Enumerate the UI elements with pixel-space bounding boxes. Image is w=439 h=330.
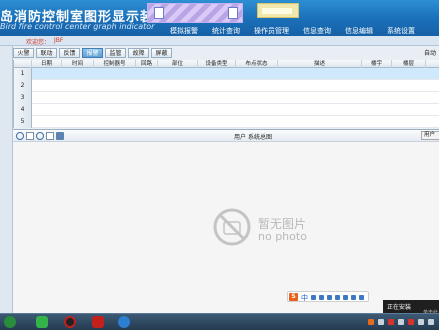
row-number: 2 <box>14 80 32 92</box>
taskbar <box>0 313 439 330</box>
tab-feedback[interactable]: 反馈 <box>59 48 80 58</box>
media-player-icon[interactable] <box>64 316 76 328</box>
top-nav: 模拟报警 统计查询 操作员管理 信息查询 信息编辑 系统设置 <box>170 26 415 36</box>
panel-title: 用户 系统总图 <box>234 134 272 141</box>
pdf-reader-icon[interactable] <box>92 316 104 328</box>
auto-mode-label[interactable]: 自动 <box>424 48 436 57</box>
left-lower-strip <box>0 130 13 313</box>
header-banner <box>147 3 243 23</box>
table-row[interactable]: 2 <box>14 80 439 92</box>
nav-statistics[interactable]: 统计查询 <box>212 26 240 36</box>
column-header[interactable]: 楼宇 <box>362 60 392 68</box>
table-row[interactable]: 1 <box>14 68 439 80</box>
sogou-icon[interactable]: S <box>289 293 298 301</box>
app-window: 岛消防控制室图形显示装置 Bird fire control center gr… <box>0 0 439 330</box>
current-user: JBF <box>54 37 64 44</box>
column-header[interactable]: 部位 <box>158 60 198 68</box>
column-header[interactable]: 时间 <box>62 60 94 68</box>
column-header[interactable]: 布点状态 <box>236 60 278 68</box>
event-table: 日期 时间 控制器号 回路 部位 设备类型 布点状态 描述 楼宇 楼层 1 2 … <box>13 60 439 128</box>
column-header[interactable]: 描述 <box>278 60 362 68</box>
browser-icon[interactable] <box>118 316 130 328</box>
table-header: 日期 时间 控制器号 回路 部位 设备类型 布点状态 描述 楼宇 楼层 <box>14 60 439 68</box>
column-header[interactable]: 设备类型 <box>198 60 236 68</box>
document-icon <box>228 7 238 19</box>
table-row[interactable]: 3 <box>14 92 439 104</box>
document-icon <box>154 7 164 19</box>
keyboard-icon[interactable] <box>335 295 340 300</box>
tray-power-icon[interactable] <box>428 319 434 325</box>
column-header[interactable]: 日期 <box>32 60 62 68</box>
note-paper <box>262 8 292 14</box>
nav-system-settings[interactable]: 系统设置 <box>387 26 415 36</box>
row-number: 1 <box>14 68 32 80</box>
moon-icon[interactable] <box>311 295 316 300</box>
punctuation-icon[interactable] <box>319 295 324 300</box>
nav-operator-management[interactable]: 操作员管理 <box>254 26 289 36</box>
table-row[interactable]: 5 <box>14 116 439 128</box>
tab-supervision[interactable]: 监管 <box>105 48 126 58</box>
notification-title: 正在安装 <box>387 304 412 311</box>
tray-security-icon[interactable] <box>388 319 394 325</box>
row-number-header <box>14 60 32 68</box>
column-header[interactable]: 回路 <box>136 60 158 68</box>
no-photo-icon <box>213 208 251 246</box>
table-row[interactable]: 4 <box>14 104 439 116</box>
no-photo-text-en: no photo <box>258 230 307 243</box>
tray-ime-icon[interactable] <box>368 319 374 325</box>
emoji-icon[interactable] <box>327 295 332 300</box>
row-number: 5 <box>14 116 32 128</box>
ime-toolbar[interactable]: S 中 <box>287 291 369 302</box>
nav-info-edit[interactable]: 信息编辑 <box>345 26 373 36</box>
sticky-note-decoration <box>257 3 299 18</box>
info-bar: 欢迎您： JBF <box>0 36 439 46</box>
tray-alert-icon[interactable] <box>408 319 414 325</box>
settings-icon[interactable] <box>359 295 364 300</box>
tray-volume-icon[interactable] <box>418 319 424 325</box>
app-subtitle: Bird fire control center graph indicator <box>0 22 155 31</box>
panel-toolbar: 用户 系统总图 用户 <box>13 130 439 142</box>
ime-language[interactable]: 中 <box>301 293 308 303</box>
start-button-icon[interactable] <box>4 316 16 328</box>
nav-info-query[interactable]: 信息查询 <box>303 26 331 36</box>
column-header[interactable]: 控制器号 <box>94 60 136 68</box>
tray-flag-icon[interactable] <box>398 319 404 325</box>
table-body: 1 2 3 4 5 <box>14 68 439 128</box>
header: 岛消防控制室图形显示装置 Bird fire control center gr… <box>0 0 439 36</box>
tab-alarm[interactable]: 报警 <box>82 48 103 58</box>
nav-simulate-alarm[interactable]: 模拟报警 <box>170 26 198 36</box>
left-strip <box>0 46 13 130</box>
tab-fault[interactable]: 故障 <box>128 48 149 58</box>
tray-network-icon[interactable] <box>378 319 384 325</box>
row-number: 3 <box>14 92 32 104</box>
skin-icon[interactable] <box>343 295 348 300</box>
toolbox-icon[interactable] <box>351 295 356 300</box>
user-select-button[interactable]: 用户 <box>421 131 439 140</box>
tab-fire[interactable]: 火警 <box>13 48 34 58</box>
tab-shield[interactable]: 屏蔽 <box>151 48 172 58</box>
column-header[interactable]: 楼层 <box>392 60 426 68</box>
event-tabs: 火警 联动 反馈 报警 监管 故障 屏蔽 <box>13 48 172 58</box>
row-number: 4 <box>14 104 32 116</box>
tab-linkage[interactable]: 联动 <box>36 48 57 58</box>
iqiyi-icon[interactable] <box>36 316 48 328</box>
welcome-label: 欢迎您： <box>26 39 51 46</box>
